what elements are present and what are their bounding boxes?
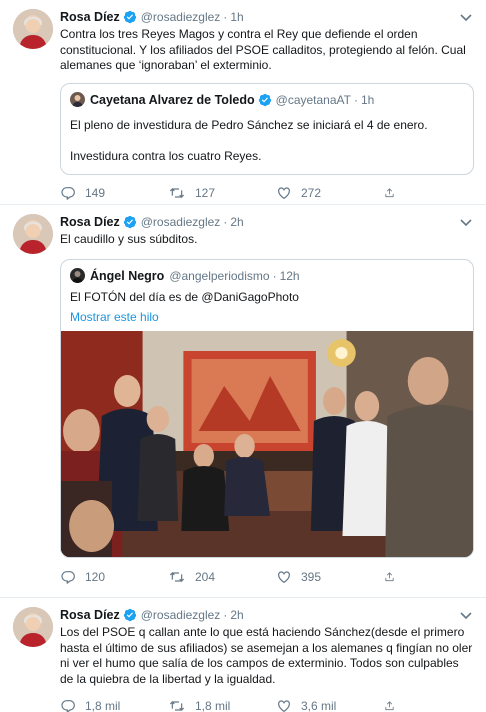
quoted-tweet-header: Cayetana Alvarez de Toledo @cayetanaAT ·… <box>70 91 463 109</box>
quoted-tweet-time: 12h <box>279 268 300 283</box>
verified-icon <box>258 93 272 107</box>
reply-icon <box>61 699 75 712</box>
author-name[interactable]: Rosa Díez <box>60 608 120 622</box>
tweet-text: Contra los tres Reyes Magos y contra el … <box>60 27 466 72</box>
reply-count: 1,8 mil <box>85 698 121 712</box>
chevron-down-icon[interactable] <box>460 216 472 230</box>
author-name[interactable]: Rosa Díez <box>60 215 120 229</box>
tweet-actions: 1,8 mil 1,8 mil 3,6 mil <box>60 690 474 712</box>
share-button[interactable] <box>384 569 404 585</box>
avatar[interactable] <box>13 9 53 49</box>
separator-dot: · <box>223 215 228 229</box>
like-button[interactable]: 272 <box>276 185 384 201</box>
tweet-time[interactable]: 2h <box>230 608 243 622</box>
reply-icon <box>61 570 75 584</box>
share-icon <box>385 188 394 198</box>
share-button[interactable] <box>384 698 404 712</box>
quoted-tweet[interactable]: Ángel Negro @angelperiodismo · 12h El FO… <box>60 258 474 558</box>
tweet[interactable]: Rosa Díez @rosadiezglez · 2h El caudillo… <box>0 205 486 598</box>
like-button[interactable]: 395 <box>276 569 384 585</box>
separator-dot: · <box>223 10 228 24</box>
tweet[interactable]: Rosa Díez @rosadiezglez · 2h Los del PSO… <box>0 598 486 712</box>
tweet-text: El caudillo y sus súbditos. <box>60 232 198 246</box>
verified-icon <box>123 10 137 24</box>
tweet-actions: 149 127 272 <box>60 178 474 209</box>
share-icon <box>385 700 394 710</box>
timeline: Rosa Díez @rosadiezglez · 1h Contra los … <box>0 0 486 712</box>
tweet-actions: 120 204 395 <box>60 561 474 592</box>
retweet-icon <box>169 571 185 582</box>
quoted-tweet-text: El pleno de investidura de Pedro Sánchez… <box>70 117 428 132</box>
avatar <box>70 92 85 107</box>
tweet-photo[interactable] <box>61 331 473 557</box>
tweet-header: Rosa Díez @rosadiezglez · 2h <box>60 213 474 231</box>
verified-icon <box>123 608 137 622</box>
like-count: 3,6 mil <box>301 698 337 712</box>
quoted-author-handle: @cayetanaAT <box>275 92 351 107</box>
like-count: 272 <box>301 186 322 200</box>
share-icon <box>385 571 394 581</box>
avatar[interactable] <box>13 607 53 647</box>
tweet-text: Los del PSOE q callan ante lo que está h… <box>60 625 473 686</box>
retweet-button[interactable]: 1,8 mil <box>168 698 276 712</box>
chevron-down-icon[interactable] <box>460 11 472 25</box>
reply-count: 120 <box>85 569 106 584</box>
retweet-button[interactable]: 127 <box>168 185 276 201</box>
share-button[interactable] <box>384 185 404 201</box>
like-icon <box>278 570 290 583</box>
like-icon <box>278 187 290 200</box>
avatar <box>70 268 85 283</box>
retweet-icon <box>169 188 185 198</box>
author-name[interactable]: Rosa Díez <box>60 10 120 24</box>
reply-button[interactable]: 120 <box>60 569 168 585</box>
reply-count: 149 <box>85 186 106 200</box>
like-button[interactable]: 3,6 mil <box>276 698 384 712</box>
retweet-icon <box>169 700 185 711</box>
quoted-tweet-time: 1h <box>360 92 375 107</box>
like-icon <box>278 699 290 712</box>
retweet-button[interactable]: 204 <box>168 569 276 585</box>
separator-dot: · <box>272 268 277 283</box>
author-handle[interactable]: @rosadiezglez <box>141 10 221 24</box>
tweet-header: Rosa Díez @rosadiezglez · 2h <box>60 606 474 624</box>
like-count: 395 <box>301 569 322 584</box>
tweet-time[interactable]: 1h <box>230 10 243 24</box>
quoted-author-name: Cayetana Alvarez de Toledo <box>90 92 255 107</box>
quoted-author-name: Ángel Negro <box>90 268 165 283</box>
verified-icon <box>123 215 137 229</box>
tweet[interactable]: Rosa Díez @rosadiezglez · 1h Contra los … <box>0 0 486 205</box>
quoted-author-handle: @angelperiodismo <box>169 268 270 283</box>
reply-button[interactable]: 149 <box>60 185 168 201</box>
reply-icon <box>61 187 75 201</box>
retweet-count: 204 <box>195 569 216 584</box>
author-handle[interactable]: @rosadiezglez <box>141 215 221 229</box>
show-thread-link[interactable]: Mostrar este hilo <box>70 310 463 324</box>
author-handle[interactable]: @rosadiezglez <box>141 608 221 622</box>
separator-dot: · <box>223 608 228 622</box>
avatar[interactable] <box>13 214 53 254</box>
separator-dot: · <box>353 92 358 107</box>
chevron-down-icon[interactable] <box>460 609 472 623</box>
retweet-count: 127 <box>195 186 216 200</box>
tweet-header: Rosa Díez @rosadiezglez · 1h <box>60 8 474 26</box>
tweet-time[interactable]: 2h <box>230 215 243 229</box>
reply-button[interactable]: 1,8 mil <box>60 698 168 712</box>
quoted-tweet-text: El FOTÓN del día es de @DaniGagoPhoto <box>70 289 299 304</box>
retweet-count: 1,8 mil <box>195 698 231 712</box>
quoted-tweet[interactable]: Cayetana Alvarez de Toledo @cayetanaAT ·… <box>60 82 474 175</box>
quoted-tweet-text: Investidura contra los cuatro Reyes. <box>70 149 262 163</box>
quoted-tweet-header: Ángel Negro @angelperiodismo · 12h <box>70 267 463 285</box>
